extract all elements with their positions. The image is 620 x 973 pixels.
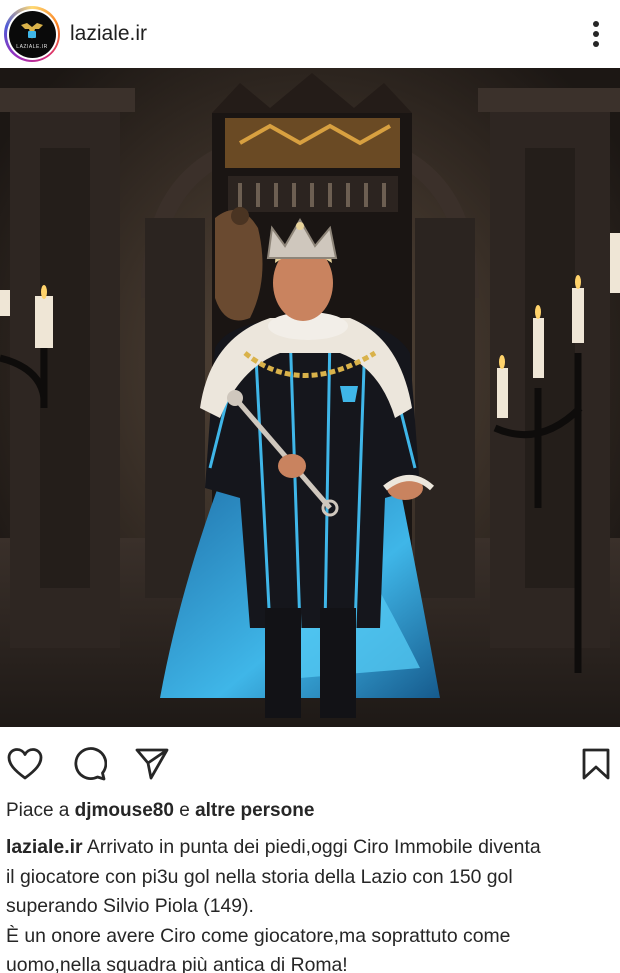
share-button[interactable] <box>132 744 172 784</box>
post-caption: laziale.ir Arrivato in punta dei piedi,o… <box>6 833 614 973</box>
post-username[interactable]: laziale.ir <box>70 22 580 46</box>
post-actions-bar <box>0 736 620 792</box>
more-vertical-icon <box>593 21 599 47</box>
bookmark-icon <box>582 748 610 780</box>
save-button[interactable] <box>576 744 616 784</box>
caption-line-3: superando Silvio Piola (149). <box>6 895 254 917</box>
avatar-label: LAZIALE.IR <box>16 43 48 50</box>
like-button[interactable] <box>5 744 45 784</box>
caption-line-1: Arrivato in punta dei piedi,oggi Ciro Im… <box>86 836 541 858</box>
comment-icon <box>74 747 107 781</box>
caption-line-2: il giocatore con pi3u gol nella storia d… <box>6 865 513 888</box>
post-image[interactable] <box>0 68 620 727</box>
avatar[interactable]: LAZIALE.IR <box>4 6 60 62</box>
send-icon <box>135 748 169 780</box>
liker-username[interactable]: djmouse80 <box>75 800 174 821</box>
post-header: LAZIALE.IR laziale.ir <box>0 0 620 68</box>
caption-username[interactable]: laziale.ir <box>6 836 83 858</box>
heart-icon <box>7 748 43 780</box>
likes-conjunction: e <box>179 800 190 821</box>
likes-others-link[interactable]: altre persone <box>195 800 314 821</box>
eagle-icon <box>21 22 43 39</box>
more-options-button[interactable] <box>580 14 612 54</box>
lazio-logo: LAZIALE.IR <box>8 10 56 58</box>
likes-prefix: Piace a <box>6 800 70 821</box>
caption-line-5: uomo,nella squadra più antica di Roma! <box>6 954 348 973</box>
likes-summary: Piace a djmouse80 e altre persone <box>6 800 314 822</box>
comment-button[interactable] <box>69 744 109 784</box>
king-portrait-image <box>0 68 620 727</box>
caption-line-4: È un onore avere Ciro come giocatore,ma … <box>6 924 511 947</box>
